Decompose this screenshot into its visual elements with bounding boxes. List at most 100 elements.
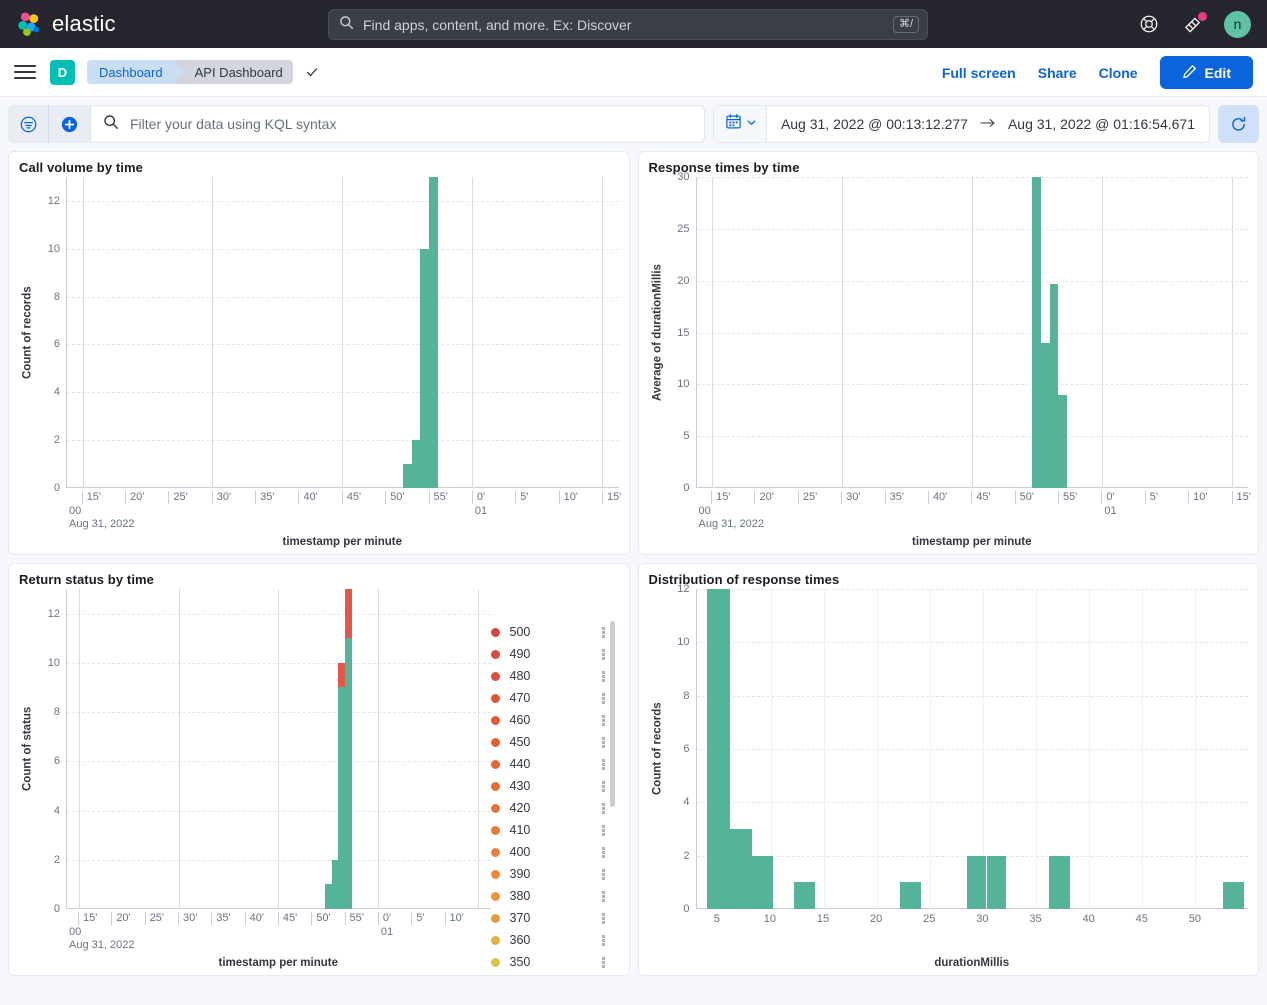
- legend-item-actions-icon[interactable]: [601, 846, 605, 858]
- legend-item-actions-icon[interactable]: [601, 736, 605, 748]
- check-icon[interactable]: [305, 65, 319, 79]
- legend-item-actions-icon[interactable]: [601, 626, 605, 638]
- legend-item[interactable]: 450: [490, 731, 619, 753]
- global-search-box[interactable]: ⌘/: [328, 9, 928, 40]
- help-icon[interactable]: [1136, 11, 1162, 37]
- bar[interactable]: [331, 859, 339, 909]
- date-range-display[interactable]: Aug 31, 2022 @ 00:13:12.277 Aug 31, 2022…: [767, 116, 1209, 132]
- bar[interactable]: [428, 177, 438, 488]
- panel-return-status-by-time[interactable]: Return status by time Count of status 0 2…: [8, 563, 630, 976]
- legend-item[interactable]: 440: [490, 753, 619, 775]
- bar[interactable]: [1058, 394, 1068, 488]
- calendar-quick-select-button[interactable]: [713, 106, 767, 142]
- plot-area[interactable]: [66, 589, 491, 909]
- legend-item[interactable]: 400: [490, 841, 619, 863]
- legend-item-actions-icon[interactable]: [601, 692, 605, 704]
- refresh-button[interactable]: [1218, 105, 1259, 143]
- bar[interactable]: [420, 248, 429, 488]
- date-end[interactable]: Aug 31, 2022 @ 01:16:54.671: [1008, 116, 1195, 132]
- bar-segment[interactable]: [324, 884, 332, 909]
- full-screen-button[interactable]: Full screen: [942, 65, 1016, 81]
- legend-color-dot: [490, 891, 500, 901]
- kql-query-box[interactable]: [90, 105, 705, 143]
- legend-item-actions-icon[interactable]: [601, 868, 605, 880]
- bar[interactable]: [411, 440, 421, 488]
- search-icon: [103, 114, 119, 135]
- legend-item[interactable]: 420: [490, 797, 619, 819]
- bar[interactable]: [1041, 342, 1050, 488]
- bar-segment[interactable]: [338, 662, 345, 688]
- panel-response-times-by-time[interactable]: Response times by time Average of durati…: [637, 151, 1259, 555]
- legend-item-actions-icon[interactable]: [601, 670, 605, 682]
- legend-item-actions-icon[interactable]: [601, 956, 605, 968]
- legend-item-actions-icon[interactable]: [601, 802, 605, 814]
- bar-segment[interactable]: [344, 589, 352, 639]
- clone-button[interactable]: Clone: [1099, 65, 1138, 81]
- bar[interactable]: [1222, 882, 1244, 909]
- plot-area[interactable]: [66, 177, 619, 488]
- legend-item[interactable]: 500: [490, 621, 619, 643]
- bar[interactable]: [324, 884, 332, 909]
- edit-button[interactable]: Edit: [1159, 56, 1253, 89]
- legend-item[interactable]: 490: [490, 643, 619, 665]
- bar-segment[interactable]: [344, 638, 352, 909]
- legend-item[interactable]: 370: [490, 907, 619, 929]
- chart-legend[interactable]: 500 490 480 470 460 450 440 430 420 410 400 390 380 3…: [490, 589, 619, 969]
- legend-item[interactable]: 350: [490, 951, 619, 969]
- legend-item-actions-icon[interactable]: [601, 912, 605, 924]
- legend-item[interactable]: 430: [490, 775, 619, 797]
- elastic-brand[interactable]: elastic: [16, 11, 116, 38]
- share-button[interactable]: Share: [1038, 65, 1077, 81]
- bar[interactable]: [1032, 177, 1042, 488]
- x-tick-label: 50': [1014, 491, 1034, 504]
- legend-item-actions-icon[interactable]: [601, 824, 605, 836]
- bar[interactable]: [794, 882, 816, 909]
- legend-item-actions-icon[interactable]: [601, 758, 605, 770]
- date-start[interactable]: Aug 31, 2022 @ 00:13:12.277: [781, 116, 968, 132]
- bar-segment[interactable]: [338, 687, 345, 909]
- bar[interactable]: [1049, 283, 1059, 488]
- legend-item[interactable]: 410: [490, 819, 619, 841]
- app-badge-dashboard[interactable]: D: [50, 59, 75, 85]
- menu-icon[interactable]: [14, 65, 36, 79]
- add-filter-icon[interactable]: [49, 105, 90, 143]
- filter-options-icon[interactable]: [8, 105, 49, 143]
- legend-item-actions-icon[interactable]: [601, 648, 605, 660]
- legend-item-actions-icon[interactable]: [601, 890, 605, 902]
- legend-item[interactable]: 360: [490, 929, 619, 951]
- panel-distribution-of-response-times[interactable]: Distribution of response times Count of …: [637, 563, 1259, 976]
- y-tick-label: 12: [47, 194, 60, 207]
- legend-item-actions-icon[interactable]: [601, 780, 605, 792]
- bar[interactable]: [730, 829, 752, 909]
- legend-scrollbar[interactable]: [609, 621, 615, 807]
- bar[interactable]: [751, 855, 773, 909]
- legend-item-actions-icon[interactable]: [601, 934, 605, 946]
- legend-item[interactable]: 480: [490, 665, 619, 687]
- breadcrumb-api-dashboard[interactable]: API Dashboard: [172, 60, 293, 84]
- legend-item[interactable]: 390: [490, 863, 619, 885]
- legend-item[interactable]: 380: [490, 885, 619, 907]
- announcements-icon[interactable]: [1180, 11, 1207, 37]
- user-avatar[interactable]: n: [1224, 10, 1251, 38]
- bar[interactable]: [900, 882, 922, 909]
- bar[interactable]: [707, 589, 731, 909]
- bar[interactable]: [402, 464, 412, 488]
- bar[interactable]: [987, 855, 1007, 909]
- bar[interactable]: [344, 589, 352, 909]
- legend-item[interactable]: 470: [490, 687, 619, 709]
- legend-item-actions-icon[interactable]: [601, 714, 605, 726]
- grid-line-vertical: [82, 177, 84, 488]
- legend-item[interactable]: 460: [490, 709, 619, 731]
- global-search-input[interactable]: [363, 16, 893, 33]
- bar[interactable]: [966, 855, 987, 909]
- plot-area[interactable]: [695, 177, 1248, 488]
- bar[interactable]: [338, 662, 345, 909]
- x-tick-label: 40': [298, 491, 318, 504]
- bar-segment[interactable]: [331, 859, 339, 909]
- y-tick-label: 12: [47, 607, 60, 620]
- breadcrumb-dashboard[interactable]: Dashboard: [87, 60, 184, 84]
- kql-query-input[interactable]: [130, 116, 692, 132]
- bar[interactable]: [1048, 855, 1070, 909]
- panel-call-volume-by-time[interactable]: Call volume by time Count of records 0 2 4…: [8, 151, 630, 555]
- plot-area[interactable]: [695, 589, 1248, 909]
